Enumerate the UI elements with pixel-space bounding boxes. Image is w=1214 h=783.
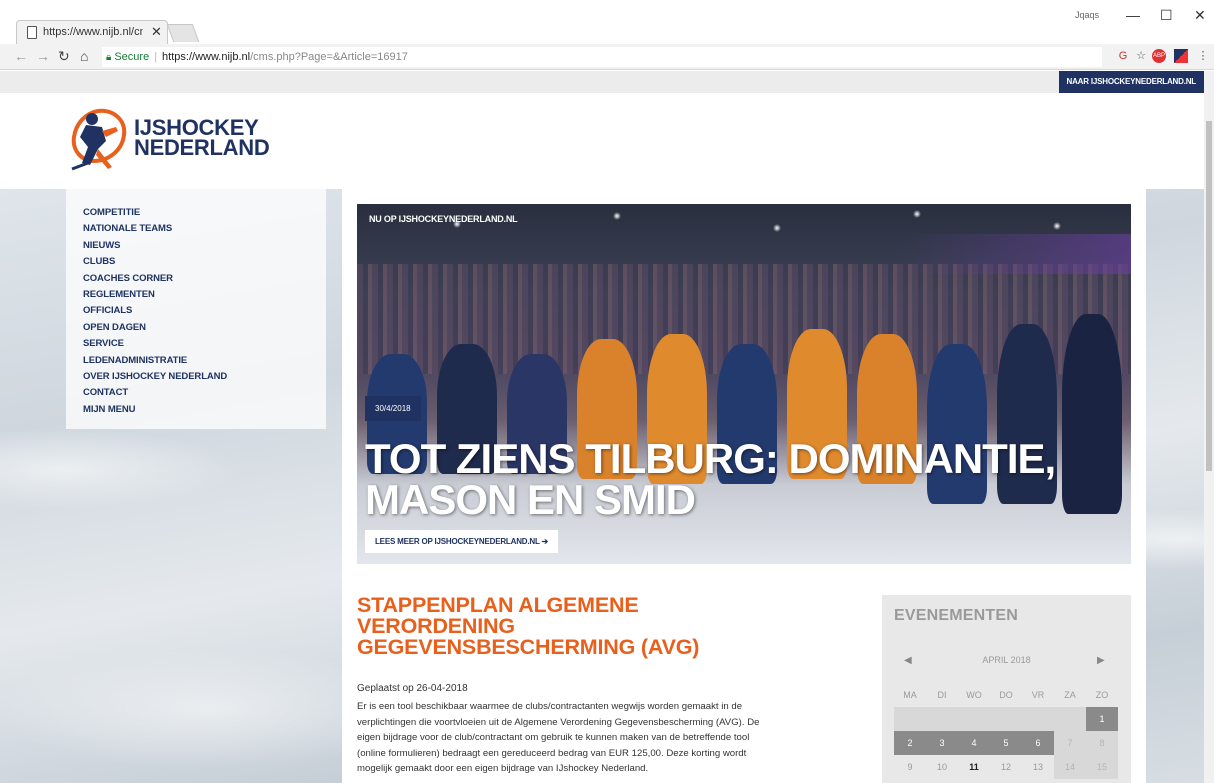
calendar-month: APRIL 2018 (982, 655, 1031, 665)
calendar-day (1054, 707, 1086, 731)
weekday-label: VR (1031, 690, 1045, 700)
forward-icon[interactable]: → (36, 48, 50, 64)
calendar-day[interactable]: 14 (1054, 755, 1086, 779)
tab-title: https://www.nijb.nl/cms. (43, 26, 143, 38)
events-heading: EVENEMENTEN (894, 607, 1018, 624)
site-logo[interactable]: IJSHOCKEY NEDERLAND (68, 105, 270, 175)
url-host: https://www.nijb.nl (162, 51, 251, 63)
hero-banner[interactable]: NU OP IJSHOCKEYNEDERLAND.NL 30/4/2018 TO… (357, 204, 1131, 564)
address-bar[interactable]: 🔒︎ Secure | https://www.nijb.nl/cms.php?Pag… (102, 47, 1102, 67)
bookmark-star-icon[interactable]: ☆ (1134, 49, 1148, 63)
url-path: /cms.php?Page=&Article=16917 (250, 51, 408, 63)
external-site-link[interactable]: NAAR IJSHOCKEYNEDERLAND.NL (1058, 71, 1204, 93)
nav-reglementen[interactable]: REGLEMENTEN (83, 287, 326, 303)
article-body: Er is een tool beschikbaar waarmee de cl… (357, 701, 760, 774)
browser-toolbar: ← → ↻ ⌂ 🔒︎ Secure | https://www.nijb.nl/cms… (0, 44, 1214, 70)
logo-line-2: NEDERLAND (134, 135, 270, 160)
calendar-day[interactable]: 8 (1086, 731, 1118, 755)
article-date: Geplaatst op 26-04-2018 (357, 683, 468, 694)
nav-contact[interactable]: CONTACT (83, 385, 326, 401)
nav-nationale-teams[interactable]: NATIONALE TEAMS (83, 221, 326, 237)
calendar-week: 9 10 11 12 13 14 15 (894, 755, 1119, 779)
calendar-day[interactable]: 1 (1086, 707, 1118, 731)
translate-icon[interactable]: G (1116, 49, 1130, 63)
home-icon[interactable]: ⌂ (80, 48, 88, 64)
nav-ledenadministratie[interactable]: LEDENADMINISTRATIE (83, 353, 326, 369)
logo-wordmark: IJSHOCKEY NEDERLAND (134, 117, 270, 160)
calendar-next-icon[interactable]: ▶ (1097, 655, 1105, 666)
nav-officials[interactable]: OFFICIALS (83, 303, 326, 319)
top-strip: NAAR IJSHOCKEYNEDERLAND.NL (0, 71, 1204, 93)
secure-label: Secure (114, 51, 150, 63)
events-calendar: EVENEMENTEN APRIL 2018 ◀ ▶ MA DI WO DO V… (882, 595, 1131, 783)
nav-nieuws[interactable]: NIEUWS (83, 238, 326, 254)
profile-label[interactable]: Jqaqs (1075, 10, 1099, 20)
page-icon (27, 26, 37, 39)
nav-mijn-menu[interactable]: MIJN MENU (83, 402, 326, 418)
nav-coaches-corner[interactable]: COACHES CORNER (83, 271, 326, 287)
calendar-grid: MA DI WO DO VR ZA ZO 1 2 3 4 5 6 7 8 9 1… (894, 683, 1119, 779)
nav-service[interactable]: SERVICE (83, 336, 326, 352)
weekday-label: DI (937, 690, 947, 700)
nav-over-ijshockey-nederland[interactable]: OVER IJSHOCKEY NEDERLAND (83, 369, 326, 385)
window-close-button[interactable]: ✕ (1194, 7, 1206, 24)
arrow-right-circle-icon: ➔ (541, 537, 549, 546)
calendar-day-today[interactable]: 11 (958, 755, 990, 779)
side-navigation: COMPETITIE NATIONALE TEAMS NIEUWS CLUBS … (66, 189, 326, 429)
adblock-icon[interactable]: ABP (1152, 49, 1166, 63)
nav-clubs[interactable]: CLUBS (83, 254, 326, 270)
tab-close-icon[interactable]: ✕ (151, 24, 162, 40)
calendar-weekdays: MA DI WO DO VR ZA ZO (894, 683, 1119, 707)
hockey-player-logo-icon (71, 108, 127, 171)
address-separator: | (154, 51, 158, 63)
read-more-label: LEES MEER OP IJSHOCKEYNEDERLAND.NL (375, 537, 540, 546)
calendar-day[interactable]: 3 (926, 731, 958, 755)
calendar-day[interactable]: 2 (894, 731, 926, 755)
browser-titlebar: https://www.nijb.nl/cms. ✕ Jqaqs — ☐ ✕ (0, 0, 1214, 44)
weekday-label: MA (903, 690, 917, 700)
page-scrollbar[interactable] (1204, 71, 1214, 783)
calendar-day (958, 707, 990, 731)
maximize-button[interactable]: ☐ (1160, 7, 1173, 24)
minimize-button[interactable]: — (1126, 7, 1140, 23)
calendar-day[interactable]: 4 (958, 731, 990, 755)
weekday-label: WO (966, 690, 982, 700)
back-icon[interactable]: ← (14, 48, 28, 64)
browser-tab[interactable]: https://www.nijb.nl/cms. ✕ (16, 20, 168, 44)
calendar-day (894, 707, 926, 731)
hero-headline[interactable]: TOT ZIENS TILBURG: DOMINANTIE, MASON EN … (365, 438, 1105, 521)
menu-icon[interactable]: ⋮ (1196, 49, 1210, 63)
hero-date-badge: 30/4/2018 (365, 396, 421, 421)
article-title[interactable]: STAPPENPLAN ALGEMENE VERORDENING GEGEVEN… (357, 594, 797, 658)
weekday-label: ZA (1064, 690, 1076, 700)
reload-icon[interactable]: ↻ (58, 48, 70, 65)
calendar-day (926, 707, 958, 731)
read-more-button[interactable]: LEES MEER OP IJSHOCKEYNEDERLAND.NL ➔ (365, 530, 559, 553)
new-tab-button[interactable] (166, 24, 200, 42)
hero-tag: NU OP IJSHOCKEYNEDERLAND.NL (369, 214, 518, 224)
calendar-prev-icon[interactable]: ◀ (904, 655, 912, 666)
calendar-day[interactable]: 13 (1022, 755, 1054, 779)
calendar-week: 1 (894, 707, 1119, 731)
calendar-day (1022, 707, 1054, 731)
calendar-day[interactable]: 5 (990, 731, 1022, 755)
extension-icon[interactable] (1174, 49, 1188, 63)
calendar-day[interactable]: 6 (1022, 731, 1054, 755)
weekday-label: ZO (1095, 690, 1109, 700)
arena-led-board (901, 234, 1131, 274)
calendar-day[interactable]: 15 (1086, 755, 1118, 779)
nav-open-dagen[interactable]: OPEN DAGEN (83, 320, 326, 336)
calendar-day[interactable]: 10 (926, 755, 958, 779)
calendar-day[interactable]: 12 (990, 755, 1022, 779)
scrollbar-thumb[interactable] (1206, 121, 1212, 471)
nav-competitie[interactable]: COMPETITIE (83, 205, 326, 221)
weekday-label: DO (999, 690, 1013, 700)
calendar-day[interactable]: 7 (1054, 731, 1086, 755)
web-page: NAAR IJSHOCKEYNEDERLAND.NL IJSHOCKEY NED… (0, 71, 1204, 783)
calendar-day (990, 707, 1022, 731)
main-content: NU OP IJSHOCKEYNEDERLAND.NL 30/4/2018 TO… (342, 189, 1146, 783)
lock-icon: 🔒︎ (106, 52, 112, 63)
calendar-week: 2 3 4 5 6 7 8 (894, 731, 1119, 755)
calendar-day[interactable]: 9 (894, 755, 926, 779)
